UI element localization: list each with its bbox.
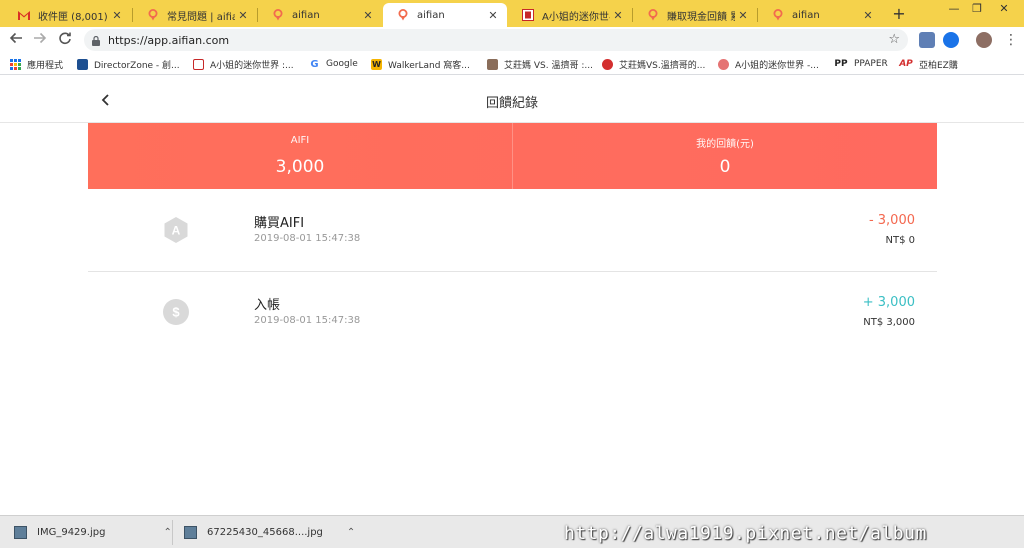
ppaper-icon: PP [834, 59, 848, 69]
close-icon[interactable]: ✕ [860, 9, 876, 22]
url-text: https://app.aifian.com [108, 33, 230, 47]
summary-label: 我的回饋(元) [696, 139, 754, 150]
maximize-button[interactable]: ❐ [967, 2, 987, 15]
close-icon[interactable]: ✕ [109, 9, 125, 22]
aifian-pin-icon [772, 9, 784, 21]
download-filename: IMG_9429.jpg [37, 527, 106, 538]
svg-text:$: $ [172, 305, 180, 320]
app-content: 回饋紀錄 AIFI 3,000 我的回饋(元) 0 A 購買AIFI 2019-… [0, 76, 1024, 512]
tab-cashback[interactable]: 賺取現金回饋 累積 ✕ [633, 3, 757, 27]
extension-icon[interactable] [943, 32, 959, 48]
blog-icon [522, 9, 534, 21]
download-item[interactable]: IMG_9429.jpg ⌃ [14, 516, 172, 548]
blog-icon [718, 58, 729, 70]
bookmark-ppaper[interactable]: PP PPAPER [834, 56, 887, 72]
bookmarks-bar: 應用程式 DirectorZone - 創... A小姐的迷你世界 :... G… [0, 53, 1024, 75]
bookmark-blog[interactable]: A小姐的迷你世界 :... [193, 56, 294, 72]
download-item[interactable]: 67225430_45668....jpg ⌃ [184, 516, 355, 548]
avatar[interactable] [976, 32, 992, 48]
dollar-circle-icon: $ [162, 298, 190, 326]
summary-label: AIFI [290, 135, 310, 146]
minimize-button[interactable]: — [944, 2, 964, 15]
aifian-pin-icon [272, 9, 284, 21]
google-icon: G [310, 58, 319, 70]
image-file-icon [14, 526, 27, 539]
bookmark-directorzone[interactable]: DirectorZone - 創... [77, 56, 180, 72]
address-bar[interactable]: https://app.aifian.com ☆ [84, 29, 908, 51]
record-time: 2019-08-01 15:47:38 [254, 315, 361, 326]
tab-strip: 收件匣 (8,001) - al ✕ 常見問題 | aifian ✕ aifia… [0, 0, 1024, 27]
ap-icon: AP [899, 59, 913, 69]
lock-icon [92, 35, 100, 46]
walkerland-icon: W [371, 58, 382, 70]
close-icon[interactable]: ✕ [360, 9, 376, 22]
bookmark-blog-2[interactable]: A小姐的迷你世界 -... [718, 56, 819, 72]
close-icon[interactable]: ✕ [485, 9, 501, 22]
close-window-button[interactable]: ✕ [994, 2, 1014, 15]
bookmark-walkerland[interactable]: W WalkerLand 窩客... [371, 56, 470, 72]
reload-icon[interactable] [56, 31, 74, 49]
close-icon[interactable]: ✕ [610, 9, 626, 22]
bookmark-apps[interactable]: 應用程式 [10, 56, 63, 72]
tab-blog[interactable]: A小姐的迷你世界 : ✕ [508, 3, 632, 27]
browser-toolbar: https://app.aifian.com ☆ ⋮ [0, 27, 1024, 53]
image-file-icon [184, 526, 197, 539]
star-icon[interactable]: ☆ [888, 32, 900, 47]
blog-icon [193, 58, 204, 70]
summary-banner: AIFI 3,000 我的回饋(元) 0 [88, 123, 937, 189]
app-header: 回饋紀錄 [0, 76, 1024, 123]
bookmark-ezgo[interactable]: AP 亞柏EZ購 [899, 56, 958, 72]
apps-grid-icon [10, 58, 21, 70]
page-title: 回饋紀錄 [485, 96, 538, 111]
summary-value: 0 [719, 157, 731, 177]
tab-aifian-1[interactable]: aifian ✕ [258, 3, 382, 27]
download-bar: IMG_9429.jpg ⌃ 67225430_45668....jpg ⌃ h… [0, 515, 1024, 548]
directorzone-icon [77, 58, 88, 70]
photo-icon [487, 58, 498, 70]
gmail-icon [18, 9, 30, 21]
bookmark-google[interactable]: G Google [309, 56, 357, 72]
forward-arrow-icon[interactable] [31, 31, 49, 49]
record-amount: + 3,000 [862, 295, 915, 310]
chevron-up-icon[interactable]: ⌃ [163, 527, 171, 538]
record-nt: NT$ 3,000 [863, 317, 915, 328]
menu-icon[interactable]: ⋮ [1002, 31, 1020, 49]
record-name: 購買AIFI [254, 216, 305, 231]
pin-icon [602, 58, 613, 70]
bookmark-aizhuang-1[interactable]: 艾莊媽 VS. 溫擠哥 :... [487, 56, 593, 72]
aifian-pin-icon [147, 9, 159, 21]
aifian-pin-icon [397, 9, 409, 21]
tab-aifian-2[interactable]: aifian ✕ [758, 3, 882, 27]
close-icon[interactable]: ✕ [235, 9, 251, 22]
watermark: http://alwa1919.pixnet.net/album [564, 523, 927, 544]
list-item[interactable]: A 購買AIFI 2019-08-01 15:47:38 - 3,000 NT$… [88, 190, 937, 272]
download-filename: 67225430_45668....jpg [207, 527, 323, 538]
summary-value: 3,000 [275, 157, 325, 177]
record-time: 2019-08-01 15:47:38 [254, 233, 361, 244]
chevron-up-icon[interactable]: ⌃ [347, 527, 355, 538]
close-icon[interactable]: ✕ [735, 9, 751, 22]
svg-text:A: A [172, 224, 181, 238]
summary-aifi: AIFI 3,000 [88, 123, 512, 189]
back-arrow-icon[interactable] [7, 31, 25, 49]
tab-aifian-active[interactable]: aifian ✕ [383, 3, 507, 27]
record-nt: NT$ 0 [885, 235, 916, 246]
tab-gmail[interactable]: 收件匣 (8,001) - al ✕ [4, 3, 131, 27]
summary-rebate: 我的回饋(元) 0 [512, 123, 937, 189]
bookmark-aizhuang-2[interactable]: 艾莊媽VS.溫擠哥的... [602, 56, 705, 72]
aifi-hexagon-icon: A [162, 216, 190, 244]
record-amount: - 3,000 [868, 213, 915, 228]
aifian-pin-icon [647, 9, 659, 21]
list-item[interactable]: $ 入帳 2019-08-01 15:47:38 + 3,000 NT$ 3,0… [88, 272, 937, 354]
extension-icon[interactable] [919, 32, 935, 48]
tab-faq[interactable]: 常見問題 | aifian ✕ [133, 3, 257, 27]
record-name: 入帳 [254, 298, 281, 313]
new-tab-button[interactable]: + [890, 5, 908, 23]
